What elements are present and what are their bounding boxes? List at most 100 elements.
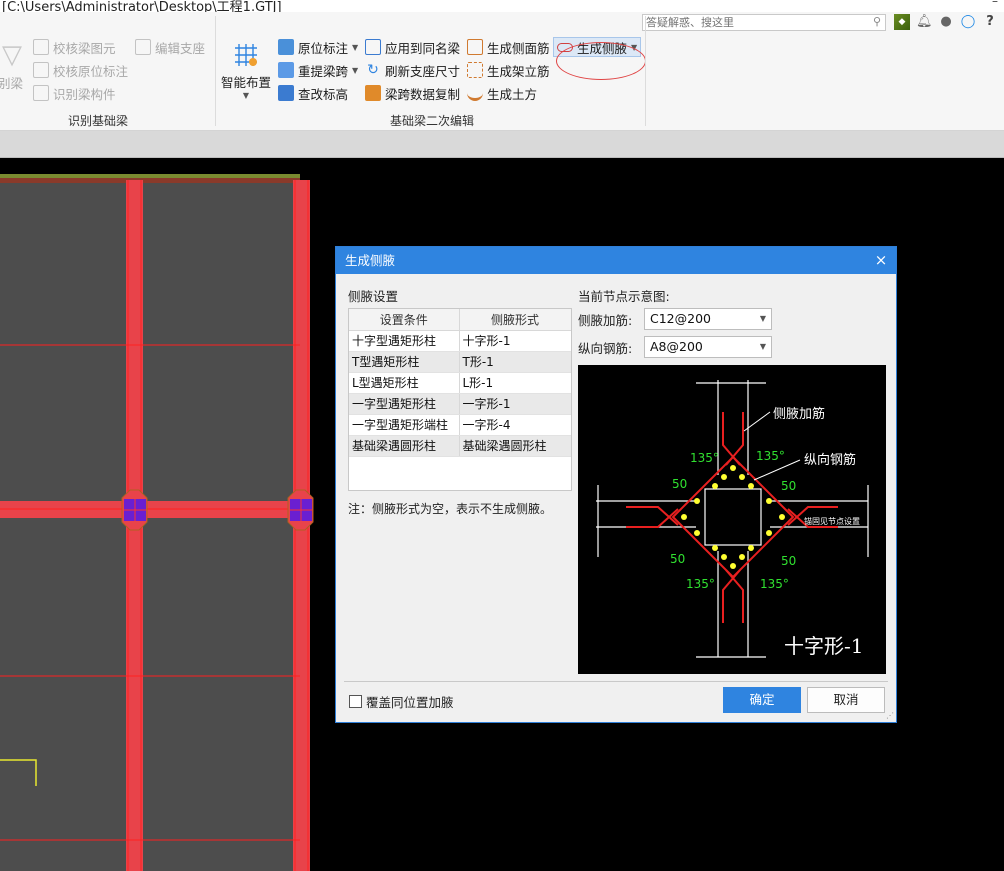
table-cell-form[interactable]: T形-1: [459, 351, 571, 373]
edit-elevation-button[interactable]: 查改标高: [278, 83, 348, 103]
ok-button[interactable]: 确定: [723, 687, 801, 713]
earthwork-icon: [467, 85, 483, 101]
identify-beam-label: 别梁: [0, 75, 24, 91]
top-icon-bar: ◆ 🔔︎ ● ◯ ?: [894, 14, 998, 30]
refresh-icon: ↻: [367, 62, 379, 78]
long-rebar-row: 纵向钢筋: A8@200 ▼: [578, 336, 772, 358]
table-cell-condition[interactable]: 一字型遇矩形柱: [349, 393, 460, 415]
gen-side-rebar-button[interactable]: 生成侧面筋: [467, 37, 550, 57]
table-cell-form[interactable]: 基础梁遇圆形柱: [459, 435, 571, 457]
avatar-icon[interactable]: ◆: [894, 14, 910, 30]
angle-label: 135°: [756, 449, 785, 463]
column-header[interactable]: 侧腋形式: [459, 309, 571, 331]
chevron-down-icon: ▼: [759, 314, 766, 323]
gen-earthwork-label: 生成土方: [487, 86, 538, 102]
identify-component-button[interactable]: 识别梁构件: [33, 83, 116, 103]
dialog-title-bar[interactable]: 生成侧腋 ×: [336, 247, 896, 274]
edit-elevation-label: 查改标高: [298, 86, 349, 102]
elevation-icon: [278, 85, 294, 101]
table-cell-form[interactable]: 十字形-1: [459, 330, 571, 352]
gen-erect-rebar-label: 生成架立筋: [487, 63, 550, 79]
slab-panel[interactable]: [143, 183, 293, 871]
haunch-settings-table: 设置条件 侧腋形式 十字型遇矩形柱 十字形-1 T型遇矩形柱 T形-1 L型遇矩…: [348, 308, 572, 491]
headset-icon[interactable]: ◯: [960, 14, 976, 30]
ribbon: ⚲ ◆ 🔔︎ ● ◯ ? 别梁 ▽ 校核梁图元 编辑支座 校核原位标注 识别梁构…: [0, 12, 1004, 131]
refresh-support-label: 刷新支座尺寸: [385, 63, 461, 79]
side-haunch-rebar-row: 侧腋加筋: C12@200 ▼: [578, 308, 772, 330]
side-haunch-rebar-select[interactable]: C12@200 ▼: [644, 308, 772, 330]
apply-same-name-button[interactable]: 应用到同名梁: [365, 37, 460, 57]
gen-side-haunch-button[interactable]: 生成侧腋 ▼: [553, 37, 642, 57]
refresh-support-button[interactable]: ↻ 刷新支座尺寸: [365, 60, 460, 80]
length-label: 50: [781, 479, 796, 493]
help-icon[interactable]: ?: [982, 14, 998, 30]
title-bar: [C:\Users\Administrator\Desktop\工程1.GTJ]…: [0, 0, 1004, 12]
group-label-identify: 识别基础梁: [68, 114, 129, 128]
annotation-icon: [278, 39, 294, 55]
table-cell-form[interactable]: L形-1: [459, 372, 571, 394]
gen-erect-rebar-button[interactable]: 生成架立筋: [467, 60, 550, 80]
search-icon[interactable]: ⚲: [873, 15, 881, 28]
copy-span-data-button[interactable]: 梁跨数据复制: [365, 83, 460, 103]
table-cell-condition[interactable]: 十字型遇矩形柱: [349, 330, 460, 352]
check-beam-label: 校核梁图元: [53, 40, 116, 56]
in-place-annotation-button[interactable]: 原位标注 ▼: [278, 37, 358, 57]
length-label: 50: [670, 552, 685, 566]
gen-earthwork-button[interactable]: 生成土方: [467, 83, 537, 103]
angle-label: 135°: [760, 577, 789, 591]
chat-icon[interactable]: ●: [938, 14, 954, 30]
edit-support-button[interactable]: 编辑支座: [135, 37, 205, 57]
identify-component-label: 识别梁构件: [53, 86, 116, 102]
haunch-icon: [557, 42, 573, 52]
chevron-down-icon: ▼: [352, 42, 359, 52]
cancel-button[interactable]: 取消: [807, 687, 885, 713]
bell-icon[interactable]: 🔔︎: [916, 14, 933, 30]
overwrite-checkbox[interactable]: 覆盖同位置加腋: [349, 692, 454, 711]
gen-side-haunch-dialog: 生成侧腋 × 侧腋设置 设置条件 侧腋形式 十字型遇矩形柱 十字形-1 T型遇矩…: [335, 246, 897, 723]
table-cell-condition[interactable]: 一字型遇矩形端柱: [349, 414, 460, 436]
table-row[interactable]: L型遇矩形柱 L形-1: [349, 372, 571, 394]
angle-label: 135°: [686, 577, 715, 591]
slab-panel[interactable]: [0, 183, 126, 871]
table-row[interactable]: T型遇矩形柱 T形-1: [349, 351, 571, 373]
group-separator: [215, 16, 216, 126]
group-separator: [645, 16, 646, 126]
check-annotation-label: 校核原位标注: [53, 63, 129, 79]
identify-beam-button[interactable]: 别梁: [0, 72, 23, 92]
dialog-separator: [344, 681, 888, 682]
apply-same-name-icon: [365, 39, 381, 55]
re-span-icon: [278, 62, 294, 78]
search-box[interactable]: ⚲: [642, 14, 886, 31]
smart-layout-button[interactable]: 智能布置 ▼: [220, 40, 272, 110]
resize-grip-icon[interactable]: ⋰: [886, 711, 894, 720]
checkbox-box[interactable]: [349, 695, 362, 708]
chevron-down-icon: ▼: [631, 42, 638, 52]
side-rebar-icon: [467, 39, 483, 55]
table-cell-condition[interactable]: 基础梁遇圆形柱: [349, 435, 460, 457]
table-note: 注：侧腋形式为空，表示不生成侧腋。: [348, 502, 553, 516]
table-header-row: 设置条件 侧腋形式: [349, 309, 571, 331]
long-rebar-select[interactable]: A8@200 ▼: [644, 336, 772, 358]
label-side-rebar: 侧腋加筋: [773, 406, 825, 422]
long-rebar-value: A8@200: [650, 339, 703, 354]
table-cell-condition[interactable]: T型遇矩形柱: [349, 351, 460, 373]
table-row[interactable]: 十字型遇矩形柱 十字形-1: [349, 330, 571, 352]
table-row[interactable]: 一字型遇矩形柱 一字形-1: [349, 393, 571, 415]
table-cell-condition[interactable]: L型遇矩形柱: [349, 372, 460, 394]
table-cell-form[interactable]: 一字形-4: [459, 414, 571, 436]
column-header[interactable]: 设置条件: [349, 309, 460, 331]
re-span-button[interactable]: 重提梁跨 ▼: [278, 60, 358, 80]
table-row[interactable]: 一字型遇矩形端柱 一字形-4: [349, 414, 571, 436]
close-icon[interactable]: ×: [873, 247, 889, 274]
table-row[interactable]: 基础梁遇圆形柱 基础梁遇圆形柱: [349, 435, 571, 457]
gen-side-rebar-label: 生成侧面筋: [487, 40, 550, 56]
side-haunch-rebar-value: C12@200: [650, 311, 711, 326]
search-input[interactable]: [643, 15, 863, 30]
minimize-button[interactable]: –: [992, 0, 998, 8]
copy-span-icon: [365, 85, 381, 101]
top-edge-line: [0, 174, 300, 178]
check-annotation-button[interactable]: 校核原位标注: [33, 60, 128, 80]
edit-support-icon: [135, 39, 151, 55]
table-cell-form[interactable]: 一字形-1: [459, 393, 571, 415]
check-beam-button[interactable]: 校核梁图元: [33, 37, 116, 57]
